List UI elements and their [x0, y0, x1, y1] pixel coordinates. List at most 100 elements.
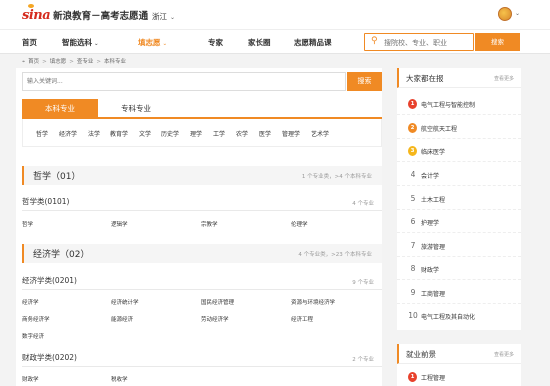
major-item[interactable]: 资源与环境经济学: [291, 298, 335, 306]
region-selector[interactable]: 浙江 ⌄: [152, 11, 175, 22]
major-item[interactable]: 伦理学: [291, 220, 308, 228]
major-item[interactable]: 宗教学: [201, 220, 218, 228]
user-avatar-icon[interactable]: [498, 7, 512, 21]
job-prospects-more-link[interactable]: 查看更多: [494, 351, 514, 358]
nav-item-parents[interactable]: 家长圈: [248, 37, 271, 48]
divider: [22, 366, 382, 367]
nav-item-experts[interactable]: 专家: [208, 37, 223, 48]
breadcrumb-separator: >: [42, 59, 47, 65]
major-item[interactable]: 经济学: [22, 298, 39, 306]
medal-icon: 1: [408, 99, 417, 109]
subject-art[interactable]: 艺术学: [311, 129, 329, 138]
category-count: 9 个专业: [352, 280, 374, 286]
nav-item-courses[interactable]: 志愿精品课: [294, 37, 332, 48]
major-search-button[interactable]: 搜索: [347, 72, 382, 91]
section-title: 经济学（02）: [33, 250, 90, 260]
nav-item-smart-select[interactable]: 智能选科 ⌄: [62, 37, 99, 48]
nav-item-home[interactable]: 首页: [22, 37, 37, 48]
job-prospects-header: 就业前景 查看更多: [397, 344, 521, 364]
job-major-label: 工程管理: [421, 375, 446, 382]
hot-major-label: 会计学: [421, 173, 440, 180]
medal-icon: 3: [408, 146, 417, 156]
major-item[interactable]: 劳动经济学: [201, 315, 229, 323]
subject-history[interactable]: 历史学: [161, 129, 179, 138]
hot-major-item[interactable]: 10 电气工程及其自动化: [397, 305, 521, 327]
subject-literature[interactable]: 文学: [139, 129, 151, 138]
major-item[interactable]: 国民经济管理: [201, 298, 234, 306]
rank-number: 8: [410, 264, 416, 273]
category-title[interactable]: 财政学类(0202): [22, 352, 77, 363]
breadcrumb-fill[interactable]: 填志愿: [50, 59, 67, 65]
major-list-panel: 搜索 本科专业 专科专业 哲学 经济学 法学 教育学 文学 历史学 理学 工学 …: [16, 68, 382, 386]
major-item[interactable]: 能源经济: [111, 315, 133, 323]
hot-major-item[interactable]: 4 会计学: [397, 164, 521, 186]
major-item[interactable]: 数字经济: [22, 332, 44, 340]
divider: [22, 289, 382, 290]
nav-item-fill-application[interactable]: 填志愿 ⌄: [138, 37, 167, 48]
hot-major-item[interactable]: 2 航空航天工程: [397, 117, 521, 139]
top-bar: sina 新浪教育－高考志愿通 浙江 ⌄ ⌄: [0, 0, 550, 29]
location-icon: ⌖: [22, 59, 26, 65]
section-title: 哲学（01）: [33, 172, 81, 182]
hot-majors-title: 大家都在报: [406, 74, 444, 83]
chevron-down-icon: ⌄: [170, 14, 176, 21]
hot-major-label: 电气工程与智能控制: [421, 102, 476, 109]
major-item[interactable]: 逻辑学: [111, 220, 128, 228]
tab-junior-college[interactable]: 专科专业: [98, 99, 174, 119]
hot-majors-header: 大家都在报 查看更多: [397, 68, 521, 88]
job-major-item[interactable]: 1 工程管理: [397, 366, 521, 386]
subject-filter: 哲学 经济学 法学 教育学 文学 历史学 理学 工学 农学 医学 管理学 艺术学: [22, 119, 382, 147]
tab-undergraduate[interactable]: 本科专业: [22, 99, 98, 119]
medal-icon: 2: [408, 123, 417, 133]
subject-engineering[interactable]: 工学: [213, 129, 225, 138]
category-title[interactable]: 哲学类(0101): [22, 196, 69, 207]
subject-management[interactable]: 管理学: [282, 129, 300, 138]
hot-major-item[interactable]: 3 临床医学: [397, 140, 521, 162]
subject-law[interactable]: 法学: [88, 129, 100, 138]
header-search: ⚲: [364, 33, 474, 51]
major-item[interactable]: 财政学: [22, 375, 39, 383]
section-meta: 4 个专业类，>23 个本科专业: [298, 252, 372, 258]
hot-major-label: 旅游管理: [421, 244, 446, 251]
category-count: 4 个专业: [352, 201, 374, 207]
hot-majors-more-link[interactable]: 查看更多: [494, 75, 514, 82]
breadcrumb-home[interactable]: 首页: [28, 59, 39, 65]
category-count: 2 个专业: [352, 357, 374, 363]
hot-major-item[interactable]: 9 工商管理: [397, 282, 521, 304]
header-search-input[interactable]: [384, 37, 469, 48]
header-search-button[interactable]: 搜索: [475, 33, 520, 51]
rank-number: 4: [410, 170, 416, 179]
site-title: 新浪教育－高考志愿通: [53, 11, 149, 22]
subject-medicine[interactable]: 医学: [259, 129, 271, 138]
hot-major-item[interactable]: 6 护理学: [397, 211, 521, 233]
breadcrumb-current: 本科专业: [103, 59, 126, 65]
subject-education[interactable]: 教育学: [110, 129, 128, 138]
major-search-input[interactable]: [22, 72, 346, 91]
hot-major-label: 航空航天工程: [421, 126, 458, 133]
subject-philosophy[interactable]: 哲学: [36, 129, 48, 138]
subject-economics[interactable]: 经济学: [59, 129, 77, 138]
breadcrumb-search-major[interactable]: 查专业: [77, 59, 94, 65]
major-item[interactable]: 哲学: [22, 220, 33, 228]
major-item[interactable]: 税收学: [111, 375, 128, 383]
major-item[interactable]: 经济统计学: [111, 298, 139, 306]
sina-logo-mark: sina: [22, 7, 51, 23]
hot-major-item[interactable]: 1 电气工程与智能控制: [397, 93, 521, 115]
section-header-philosophy: 哲学（01） 1 个专业类，>4 个本科专业: [22, 166, 382, 185]
hot-major-item[interactable]: 8 财政学: [397, 258, 521, 280]
hot-major-item[interactable]: 5 土木工程: [397, 188, 521, 210]
hot-major-item[interactable]: 7 旅游管理: [397, 235, 521, 257]
rank-number: 9: [410, 288, 416, 297]
subject-science[interactable]: 理学: [190, 129, 202, 138]
chevron-down-icon[interactable]: ⌄: [515, 10, 520, 17]
major-item[interactable]: 经济工程: [291, 315, 313, 323]
hot-majors-box: 大家都在报 查看更多 1 电气工程与智能控制 2 航空航天工程 3 临床医学 4…: [397, 68, 521, 330]
major-level-tabs: 本科专业 专科专业: [22, 99, 382, 119]
breadcrumb: ⌖ 首页 > 填志愿 > 查专业 > 本科专业: [22, 57, 126, 66]
category-title[interactable]: 经济学类(0201): [22, 275, 77, 286]
chevron-down-icon: ⌄: [94, 41, 99, 47]
subject-agriculture[interactable]: 农学: [236, 129, 248, 138]
site-logo[interactable]: sina 新浪教育－高考志愿通: [22, 4, 149, 23]
major-item[interactable]: 商务经济学: [22, 315, 50, 323]
section-header-economics: 经济学（02） 4 个专业类，>23 个本科专业: [22, 244, 382, 263]
